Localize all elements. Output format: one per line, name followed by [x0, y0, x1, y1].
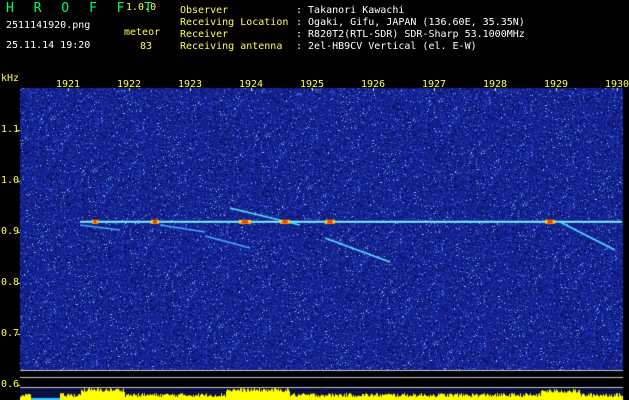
spectrogram-canvas: [0, 0, 629, 400]
receiver-label: Receiver: [180, 29, 229, 40]
y-tick-label: 1.1: [1, 124, 20, 135]
x-tick-label: 1925: [300, 79, 325, 90]
x-tick-label: 1922: [117, 79, 142, 90]
receiver-value: : R820T2(RTL-SDR) SDR-Sharp 53.1000MHz: [296, 29, 525, 40]
location-label: Receiving Location: [180, 17, 289, 28]
location-value: : Ogaki, Gifu, JAPAN (136.60E, 35.35N): [296, 17, 525, 28]
x-tick-label: 1921: [56, 79, 81, 90]
y-tick-label: 1.0: [1, 175, 20, 186]
antenna-label: Receiving antenna: [180, 41, 283, 52]
meteor-count: 83: [140, 41, 153, 52]
x-tick-label: 1923: [178, 79, 203, 90]
x-tick-label: 1929: [544, 79, 569, 90]
x-tick-label: 1926: [361, 79, 386, 90]
file-name: 2511141920.png: [6, 20, 91, 31]
y-tick-label: 0.7: [1, 328, 20, 339]
observer-value: : Takanori Kawachi: [296, 5, 405, 16]
y-tick-label: 0.8: [1, 277, 20, 288]
observer-label: Observer: [180, 5, 229, 16]
app-version: 1.0.0: [126, 2, 157, 13]
x-tick-label: 1928: [483, 79, 508, 90]
y-tick-label: 0.9: [1, 226, 20, 237]
x-tick-label: 1930: [605, 79, 629, 90]
x-tick-label: 1927: [422, 79, 447, 90]
y-axis-unit: kHz: [1, 73, 20, 84]
x-tick-label: 1924: [239, 79, 264, 90]
y-tick-label: 0.6: [1, 379, 20, 390]
antenna-value: : 2el-HB9CV Vertical (el. E-W): [296, 41, 477, 52]
file-datetime: 25.11.14 19:20: [6, 40, 91, 51]
meteor-label: meteor: [124, 27, 161, 38]
